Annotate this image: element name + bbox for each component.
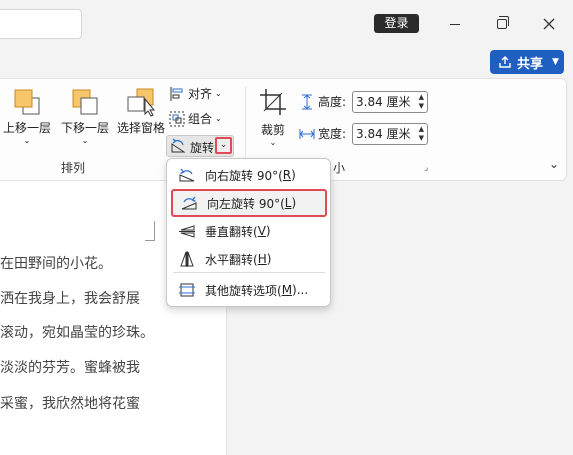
menu-item-suffix: ) — [265, 224, 271, 238]
crop-button[interactable]: 裁剪 ⌄ — [251, 87, 295, 147]
size-group-label: 小 — [333, 161, 346, 175]
doc-line: 洒在我身上，我会舒展 — [0, 291, 140, 307]
menu-item-label: 其他旋转选项( — [205, 283, 282, 298]
width-spinner[interactable]: ▲ ▼ — [419, 125, 424, 143]
selection-pane-button[interactable]: 选择窗格 — [113, 87, 169, 136]
menu-item-suffix: ) — [291, 168, 296, 182]
width-label: 宽度: — [318, 127, 347, 141]
width-label-group: 宽度: — [299, 125, 346, 142]
bring-forward-label: 上移一层 — [2, 121, 51, 135]
search-box[interactable] — [0, 9, 82, 39]
selection-pane-icon — [127, 88, 156, 117]
align-icon — [170, 86, 183, 101]
restore-icon — [497, 16, 509, 29]
menu-item-label: 垂直翻转( — [205, 224, 258, 239]
height-field[interactable]: 3.84 厘米 ▲ ▼ — [352, 91, 428, 113]
menu-item-suffix: ) — [291, 196, 297, 210]
ribbon-separator — [245, 87, 246, 169]
chevron-down-icon: ⌄ — [23, 136, 31, 145]
bring-forward-button[interactable]: 上移一层 ⌄ — [0, 87, 55, 145]
flip-horizontal-item[interactable]: 水平翻转(H) — [171, 245, 327, 273]
flip-vertical-icon — [177, 221, 197, 241]
chevron-down-icon: ⌄ — [81, 136, 89, 145]
doc-line: 在田野间的小花。 — [0, 256, 112, 272]
more-rotation-options-item[interactable]: 其他旋转选项(M)... — [171, 276, 327, 304]
chevron-down-icon: ⌄ — [219, 140, 228, 150]
menu-item-accesskey: V — [257, 224, 266, 238]
page-corner-mark — [145, 221, 155, 241]
collapse-ribbon-button[interactable]: ⌄ — [549, 157, 559, 171]
chevron-down-icon: ▼ — [552, 57, 559, 67]
rotate-right-icon — [177, 165, 197, 185]
menu-item-accesskey: L — [284, 196, 292, 210]
rotate-icon — [171, 138, 186, 153]
flip-vertical-item[interactable]: 垂直翻转(V) — [171, 217, 327, 245]
width-value: 3.84 厘米 — [356, 127, 411, 141]
doc-line: 采蜜，我欣然地将花蜜 — [0, 396, 140, 412]
rotate-menu: 向右旋转 90°(R) 向左旋转 90°(L) 垂直翻转(V) 水平翻转(H) … — [166, 158, 331, 307]
group-label: 组合 — [188, 112, 213, 126]
rotation-options-icon — [177, 280, 197, 300]
menu-separator — [173, 272, 325, 273]
share-icon — [499, 56, 511, 68]
crop-icon — [260, 89, 286, 115]
height-label-group: 高度: — [299, 93, 346, 110]
close-button[interactable] — [537, 12, 561, 36]
chevron-down-icon: ⌄ — [269, 138, 277, 147]
selection-pane-label: 选择窗格 — [116, 121, 165, 135]
height-label: 高度: — [318, 95, 347, 109]
rotate-label: 旋转 — [190, 141, 215, 155]
doc-line: 淡淡的芬芳。蜜蜂被我 — [0, 360, 140, 376]
login-button[interactable]: 登录 — [374, 14, 419, 33]
send-backward-label: 下移一层 — [60, 121, 109, 135]
bring-forward-icon — [14, 89, 40, 115]
minimize-icon — [450, 23, 460, 25]
rotate-dropdown-button[interactable]: ⌄ — [215, 137, 232, 154]
align-label: 对齐 — [188, 87, 213, 101]
minimize-button[interactable] — [443, 12, 467, 36]
close-icon — [543, 18, 555, 30]
chevron-down-icon: ⌄ — [215, 89, 222, 98]
share-label: 共享 — [517, 56, 544, 72]
align-button[interactable]: 对齐 ⌄ — [169, 85, 222, 102]
menu-item-label: 水平翻转( — [205, 252, 258, 267]
menu-item-label: 向左旋转 90°( — [207, 196, 285, 211]
crop-label: 裁剪 — [260, 123, 285, 137]
doc-line: 滚动，宛如晶莹的珍珠。 — [0, 325, 154, 341]
width-icon — [299, 128, 315, 139]
rotate-right-90-item[interactable]: 向右旋转 90°(R) — [171, 161, 327, 189]
restore-button[interactable] — [490, 12, 514, 36]
menu-item-label: 向右旋转 90°( — [205, 168, 283, 183]
menu-item-accesskey: R — [282, 168, 292, 182]
menu-item-suffix: )... — [292, 283, 309, 297]
menu-item-suffix: ) — [266, 252, 272, 266]
height-value: 3.84 厘米 — [356, 95, 411, 109]
arrange-group-label: 排列 — [61, 161, 86, 175]
rotate-left-icon — [179, 193, 199, 213]
size-dialog-launcher-icon[interactable]: ⌟ — [424, 163, 428, 173]
chevron-down-icon: ⌄ — [215, 114, 222, 123]
menu-item-accesskey: M — [281, 283, 293, 297]
group-icon — [169, 111, 185, 126]
flip-horizontal-icon — [177, 249, 197, 269]
menu-item-accesskey: H — [257, 252, 267, 266]
rotate-left-90-item[interactable]: 向左旋转 90°(L) — [171, 189, 327, 217]
group-button[interactable]: 组合 ⌄ — [169, 110, 222, 127]
height-spinner[interactable]: ▲ ▼ — [419, 93, 424, 111]
send-backward-icon — [72, 89, 98, 115]
chevron-down-icon: ⌄ — [549, 157, 560, 171]
height-icon — [302, 94, 312, 109]
share-button[interactable]: 共享 ▼ — [490, 50, 564, 74]
width-field[interactable]: 3.84 厘米 ▲ ▼ — [352, 123, 428, 145]
title-bar: 登录 — [0, 0, 573, 48]
send-backward-button[interactable]: 下移一层 ⌄ — [57, 87, 113, 145]
